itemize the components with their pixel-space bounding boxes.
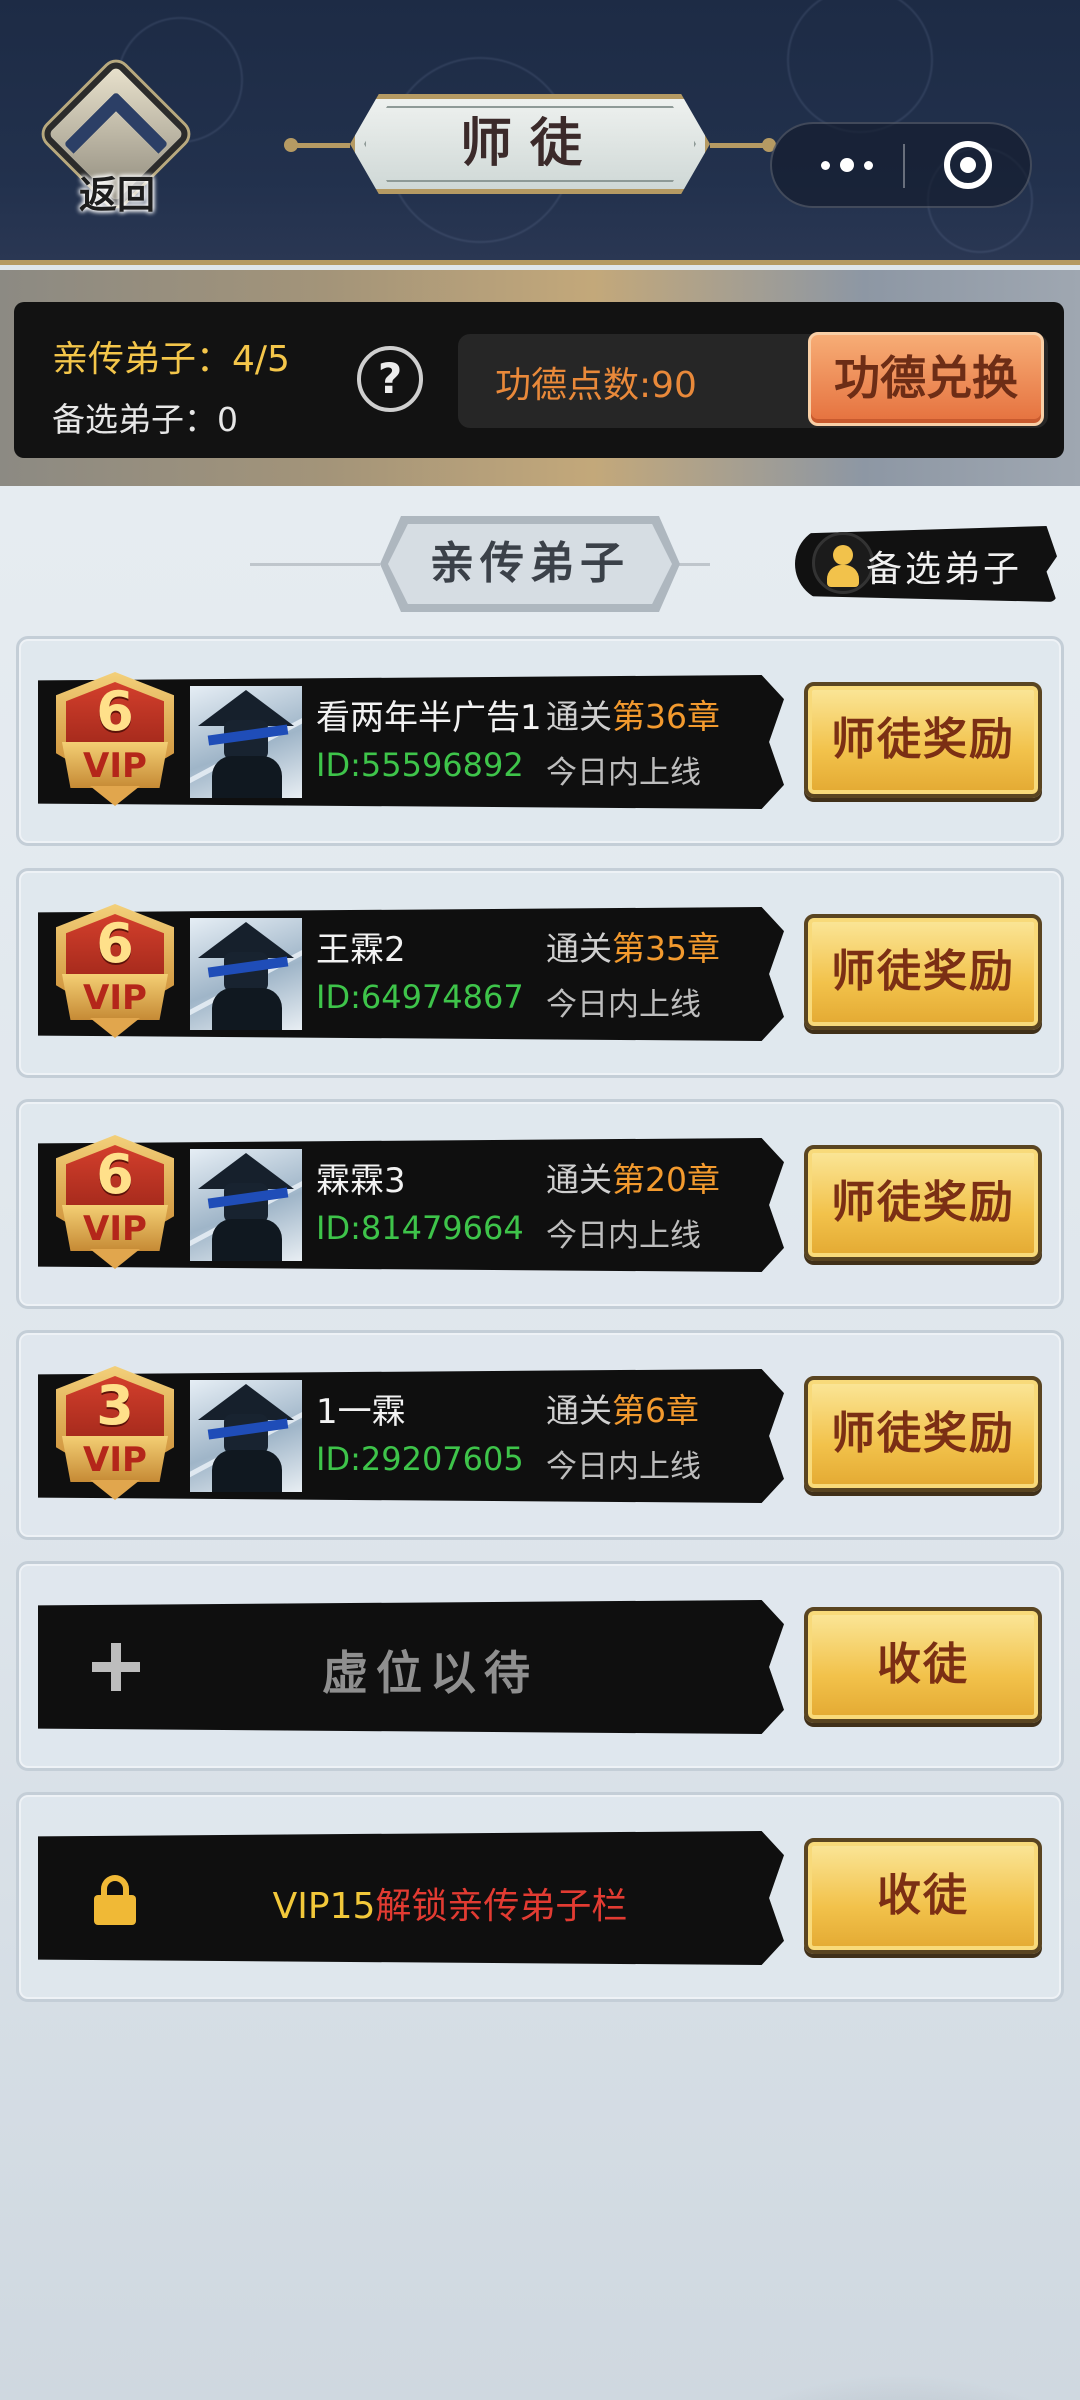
disciple-name: 王霖2 — [316, 930, 406, 970]
vip-level: 6 — [96, 680, 134, 743]
avatar[interactable] — [190, 1149, 302, 1261]
recruit-button[interactable]: 收徒 — [804, 1607, 1042, 1723]
page-title-plaque: 师徒 — [284, 90, 776, 200]
vip-level: 6 — [96, 912, 134, 975]
online-status: 今日内上线 — [546, 987, 701, 1023]
recruit-button[interactable]: 收徒 — [804, 1838, 1042, 1954]
vip-badge: 6 VIP — [56, 672, 174, 808]
disciple-name: 看两年半广告1 — [316, 698, 542, 738]
vip-label: VIP — [83, 1440, 147, 1480]
avatar[interactable] — [190, 1380, 302, 1492]
standby-disciple-count: 备选弟子：0 — [52, 400, 238, 439]
plus-icon — [92, 1643, 140, 1691]
back-label: 返回 — [78, 172, 155, 217]
vip-label: VIP — [83, 746, 147, 786]
page-title: 师徒 — [459, 113, 600, 174]
mentor-reward-button[interactable]: 师徒奖励 — [804, 682, 1042, 798]
vip-badge: 6 VIP — [56, 904, 174, 1040]
disciple-progress: 通关第6章 — [546, 1391, 699, 1430]
vip-level: 6 — [96, 1143, 134, 1206]
unlock-requirement-text: VIP15解锁亲传弟子栏 — [272, 1886, 628, 1927]
more-menu-icon[interactable] — [802, 124, 892, 206]
direct-disciple-count: 亲传弟子：4/5 — [52, 339, 290, 380]
disciple-name: 霖霖3 — [316, 1161, 406, 1201]
mentor-reward-button[interactable]: 师徒奖励 — [804, 914, 1042, 1030]
avatar[interactable] — [190, 686, 302, 798]
back-button[interactable]: 返回 — [39, 57, 193, 217]
mentor-reward-button[interactable]: 师徒奖励 — [804, 1376, 1042, 1492]
disciple-id: ID:29207605 — [316, 1440, 524, 1478]
vip-badge: 6 VIP — [56, 1135, 174, 1271]
mini-program-capsule — [770, 122, 1032, 208]
disciple-progress: 通关第36章 — [546, 697, 720, 736]
help-icon[interactable]: ? — [357, 346, 423, 412]
vip-level: 3 — [96, 1374, 134, 1437]
disciple-id: ID:81479664 — [316, 1209, 524, 1247]
lock-icon — [94, 1875, 136, 1925]
standby-disciples-label: 备选弟子 — [866, 549, 1023, 590]
disciple-name: 1一霖 — [316, 1392, 406, 1432]
close-mini-program-icon[interactable] — [944, 141, 992, 189]
mentor-reward-button[interactable]: 师徒奖励 — [804, 1145, 1042, 1261]
disciple-progress: 通关第35章 — [546, 929, 720, 968]
disciple-avatar-icon — [812, 532, 874, 594]
empty-slot-text: 虚位以待 — [322, 1646, 538, 1700]
disciple-id: ID:64974867 — [316, 978, 524, 1016]
merit-exchange-button[interactable]: 功德兑换 — [808, 332, 1044, 426]
disciple-id: ID:55596892 — [316, 746, 524, 784]
online-status: 今日内上线 — [546, 1449, 701, 1485]
merit-points: 功德点数:90 — [495, 365, 697, 406]
disciple-progress: 通关第20章 — [546, 1160, 720, 1199]
online-status: 今日内上线 — [546, 755, 701, 791]
section-title: 亲传弟子 — [430, 538, 630, 589]
vip-badge: 3 VIP — [56, 1366, 174, 1502]
avatar[interactable] — [190, 918, 302, 1030]
vip-label: VIP — [83, 978, 147, 1018]
section-header: 亲传弟子 — [250, 516, 710, 612]
vip-label: VIP — [83, 1209, 147, 1249]
online-status: 今日内上线 — [546, 1218, 701, 1254]
